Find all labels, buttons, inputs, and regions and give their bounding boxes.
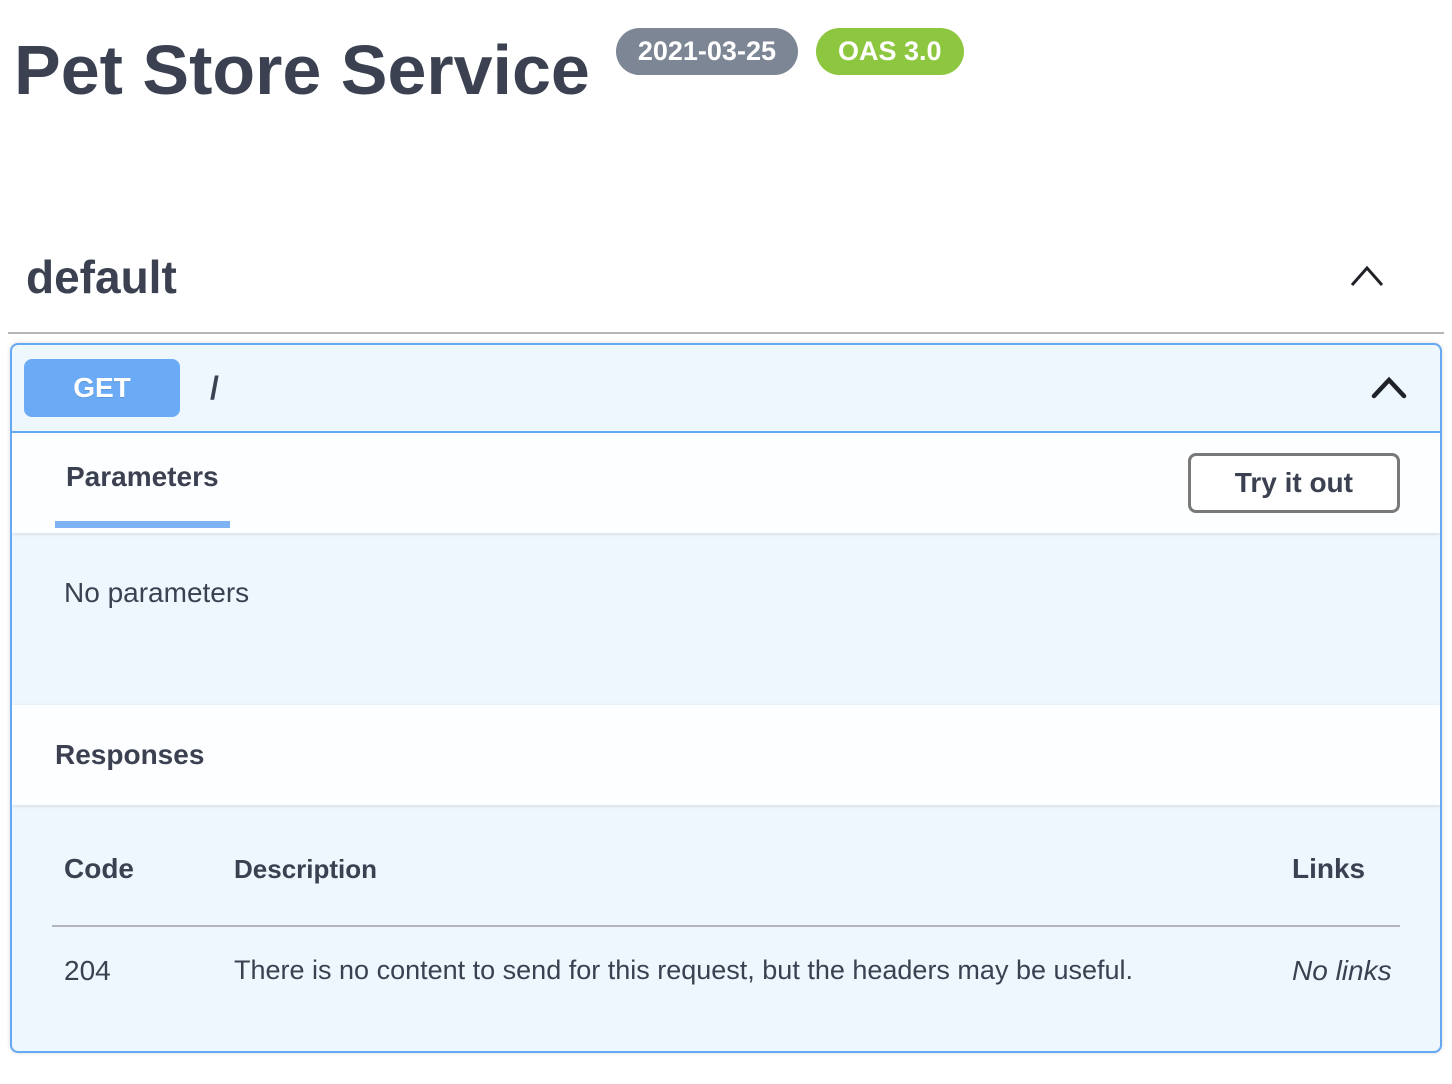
column-header-links: Links: [1280, 853, 1400, 926]
api-badges: 2021-03-25 OAS 3.0: [616, 28, 964, 75]
responses-table: Code Description Links 204 There is no c…: [52, 853, 1400, 987]
tag-name: default: [26, 250, 177, 304]
responses-table-header-row: Code Description Links: [52, 853, 1400, 926]
tag-divider: [8, 332, 1444, 334]
responses-section-header: Responses: [12, 705, 1440, 805]
api-title-text: Pet Store Service: [14, 28, 590, 112]
version-badge: 2021-03-25: [616, 28, 798, 75]
operation-path: /: [210, 370, 219, 407]
page-title: Pet Store Service 2021-03-25 OAS 3.0: [14, 28, 964, 112]
tab-parameters[interactable]: Parameters: [55, 433, 230, 528]
column-header-description: Description: [222, 853, 1280, 926]
table-row-204: 204 There is no content to send for this…: [52, 926, 1400, 987]
responses-body: Code Description Links 204 There is no c…: [12, 805, 1440, 1051]
parameters-section-header: Parameters Try it out: [12, 433, 1440, 533]
response-links: No links: [1280, 926, 1400, 987]
response-description: There is no content to send for this req…: [222, 926, 1280, 987]
opblock-summary[interactable]: GET /: [12, 345, 1440, 433]
operation-collapse-button[interactable]: [1366, 370, 1412, 407]
tag-collapse-button[interactable]: [1344, 259, 1390, 296]
no-parameters-text: No parameters: [12, 533, 1440, 705]
api-info-header: Pet Store Service 2021-03-25 OAS 3.0: [0, 0, 1452, 112]
column-header-code: Code: [52, 853, 222, 926]
opblock-get: GET / Parameters Try it out No parameter…: [10, 343, 1442, 1053]
try-it-out-button[interactable]: Try it out: [1188, 453, 1400, 513]
chevron-up-icon: [1370, 374, 1408, 403]
tag-section-header[interactable]: default: [0, 250, 1452, 304]
oas-version-badge: OAS 3.0: [816, 28, 964, 75]
response-code: 204: [52, 926, 222, 987]
http-method-badge: GET: [24, 359, 180, 417]
chevron-up-icon: [1348, 263, 1386, 292]
responses-title: Responses: [55, 739, 204, 771]
